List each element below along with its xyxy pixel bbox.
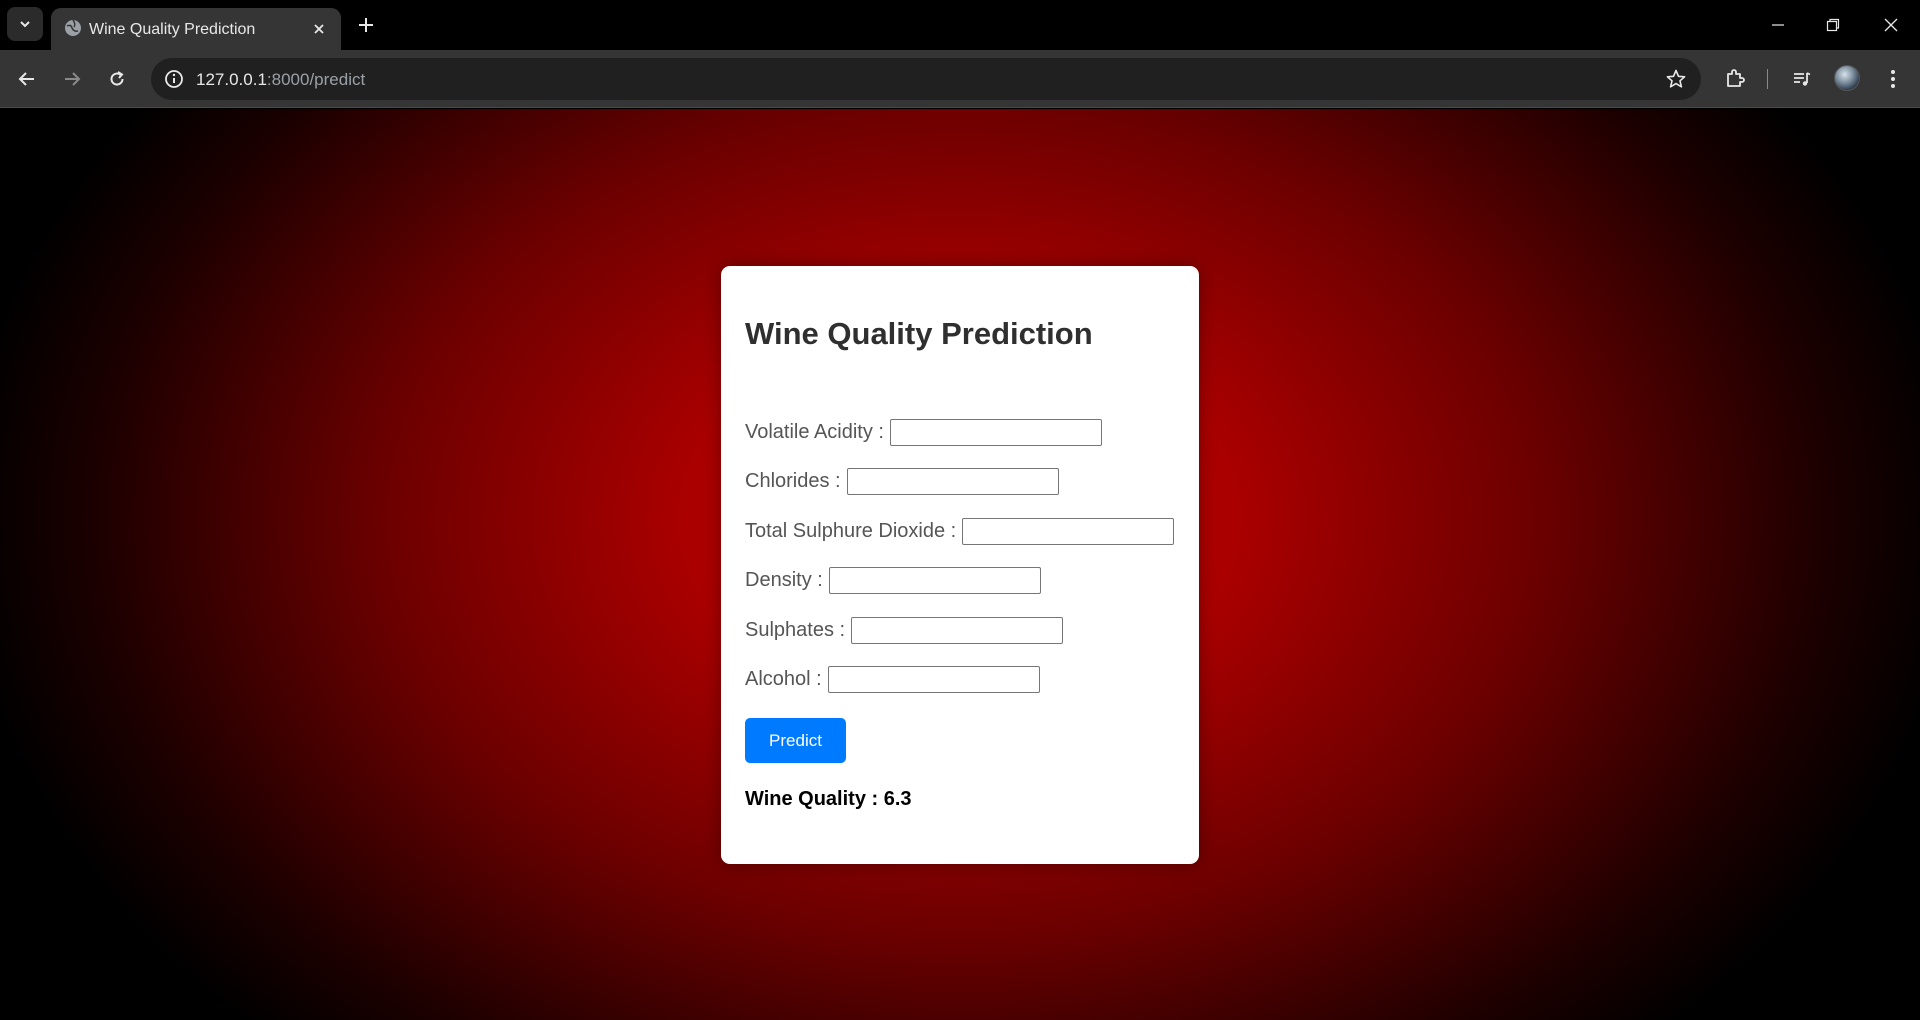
forward-arrow-icon [65,72,81,86]
more-vert-icon [1891,70,1895,88]
alcohol-input[interactable] [827,666,1040,693]
density-input[interactable] [828,567,1041,594]
globe-icon [65,19,81,36]
volatile-acidity-input[interactable] [889,419,1102,446]
page-title: Wine Quality Prediction [745,316,1093,351]
info-icon[interactable] [163,68,185,90]
tab-search-button[interactable] [7,7,43,41]
media-controls-button[interactable] [1788,65,1816,93]
extensions-button[interactable] [1721,65,1749,93]
field-density: Density : [745,567,1041,594]
sulphates-input[interactable] [851,617,1064,644]
tab-active[interactable]: Wine Quality Prediction [51,8,341,50]
media-controls-icon [1794,72,1811,86]
profile-avatar[interactable] [1834,65,1860,91]
page-viewport: Wine Quality Prediction Volatile Acidity… [0,109,1920,1020]
alcohol-label: Alcohol : [745,668,822,690]
url-path: :8000/predict [266,70,366,89]
chlorides-label: Chlorides : [745,470,841,492]
field-volatile-acidity: Volatile Acidity : [745,419,1102,446]
tab-strip: Wine Quality Prediction [0,0,1920,50]
star-icon[interactable] [1665,68,1687,90]
field-chlorides: Chlorides : [745,468,1059,495]
url-text: 127.0.0.1:8000/predict [196,70,365,90]
restore-icon [1826,18,1840,32]
close-icon [314,24,324,34]
minimize-button[interactable] [1763,10,1793,40]
field-total-sulphure-dioxide: Total Sulphure Dioxide : [745,518,1175,545]
reload-icon [110,71,124,86]
sulphates-label: Sulphates : [745,619,846,641]
predict-button[interactable]: Predict [745,718,846,763]
density-label: Density : [745,569,823,591]
restore-button[interactable] [1818,10,1848,40]
address-bar[interactable]: 127.0.0.1:8000/predict [151,58,1701,100]
total-sulphure-dioxide-label: Total Sulphure Dioxide : [745,520,957,542]
url-host: 127.0.0.1 [196,70,267,89]
volatile-acidity-label: Volatile Acidity : [745,421,884,443]
chlorides-input[interactable] [846,468,1059,495]
toolbar-divider [1767,69,1768,89]
tab-close-button[interactable] [309,19,329,39]
close-window-button[interactable] [1876,10,1906,40]
new-tab-button[interactable] [353,12,379,38]
reload-button[interactable] [101,63,133,95]
prediction-card: Wine Quality Prediction Volatile Acidity… [721,266,1199,864]
tab-title: Wine Quality Prediction [89,21,256,38]
browser-menu-button[interactable] [1879,65,1907,93]
back-button[interactable] [11,63,43,95]
close-icon [1884,18,1898,32]
plus-icon [359,18,373,32]
forward-button[interactable] [56,63,88,95]
field-alcohol: Alcohol : [745,666,1040,693]
back-arrow-icon [18,72,34,86]
field-sulphates: Sulphates : [745,617,1064,644]
total-sulphure-dioxide-input[interactable] [962,518,1175,545]
chevron-down-icon [20,21,30,28]
minimize-icon [1772,24,1784,26]
browser-toolbar: 127.0.0.1:8000/predict [0,50,1920,108]
prediction-result: Wine Quality : 6.3 [745,788,912,810]
extensions-icon [1727,69,1745,87]
